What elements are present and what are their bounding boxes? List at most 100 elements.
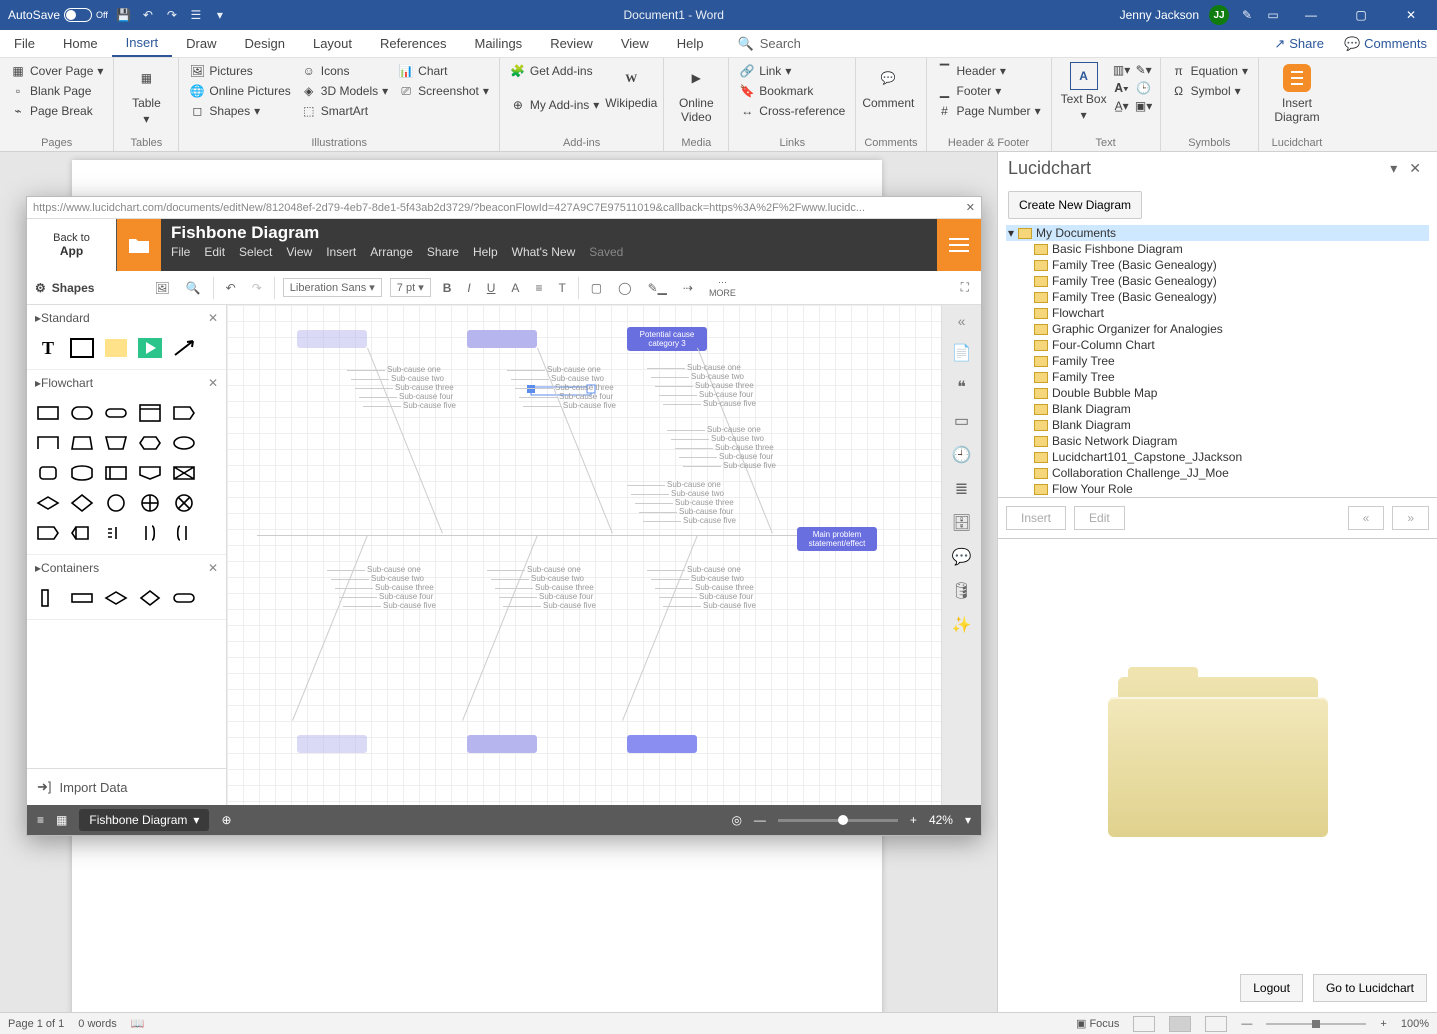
container-shape[interactable] — [103, 587, 129, 609]
lc-line-style-icon[interactable]: ⇢ — [679, 279, 697, 297]
flowchart-shape[interactable] — [69, 492, 95, 514]
pictures-button[interactable]: 🖼Pictures — [187, 62, 292, 80]
flowchart-shape[interactable] — [137, 402, 163, 424]
flowchart-shape[interactable] — [69, 462, 95, 484]
undo-icon[interactable]: ↶ — [140, 7, 156, 23]
lc-page-select[interactable]: Fishbone Diagram ▾ — [79, 809, 209, 831]
section-standard-close-icon[interactable]: ✕ — [208, 311, 218, 325]
flowchart-shape[interactable] — [137, 522, 163, 544]
lc-comment-icon[interactable]: 💬 — [952, 547, 972, 567]
toggle-pill[interactable] — [64, 8, 92, 22]
drop-cap-icon[interactable]: A̲▾ — [1114, 98, 1130, 114]
page-number-button[interactable]: #Page Number ▾ — [935, 102, 1043, 120]
online-pictures-button[interactable]: 🌐Online Pictures — [187, 82, 292, 100]
lucidchart-menu-icon[interactable] — [937, 219, 981, 271]
close-button[interactable]: ✕ — [1391, 8, 1431, 22]
lc-list-view-icon[interactable]: ≡ — [37, 813, 44, 827]
right-panel-collapse-icon[interactable]: « — [958, 313, 966, 329]
lc-page-icon[interactable]: 📄 — [952, 343, 972, 363]
my-addins-button[interactable]: ⊕My Add-ins ▾ — [508, 96, 601, 114]
tree-item[interactable]: Family Tree (Basic Genealogy) — [1006, 257, 1429, 273]
lc-menu-insert[interactable]: Insert — [326, 245, 356, 259]
lucid-pane-menu-icon[interactable]: ▾ — [1384, 160, 1403, 177]
maximize-button[interactable]: ▢ — [1341, 8, 1381, 22]
tree-item[interactable]: Flowchart — [1006, 305, 1429, 321]
lucid-pane-close-icon[interactable]: ✕ — [1403, 160, 1427, 177]
zoom-level[interactable]: 100% — [1401, 1018, 1429, 1030]
lc-border-icon[interactable]: ◯ — [614, 279, 635, 297]
lc-db-icon[interactable]: 🛢 — [951, 581, 971, 601]
flowchart-shape[interactable] — [171, 522, 197, 544]
icons-button[interactable]: ☺Icons — [299, 62, 390, 80]
comments-button[interactable]: 💬 Comments — [1334, 36, 1437, 52]
lucidchart-home-icon[interactable] — [117, 219, 161, 271]
symbol-button[interactable]: ΩSymbol ▾ — [1169, 82, 1250, 100]
cross-reference-button[interactable]: ↔Cross-reference — [737, 102, 847, 120]
tab-mailings[interactable]: Mailings — [461, 30, 537, 57]
effect-label[interactable]: Main problem statement/effect — [797, 527, 877, 551]
flowchart-shape[interactable] — [103, 522, 129, 544]
lc-undo-icon[interactable]: ↶ — [222, 279, 240, 297]
tab-draw[interactable]: Draw — [172, 30, 230, 57]
lc-more-button[interactable]: ⋯MORE — [705, 275, 740, 300]
zoom-out-button[interactable]: — — [1241, 1018, 1252, 1030]
lc-text-color-icon[interactable]: A — [507, 279, 523, 297]
lc-zoom-in-icon[interactable]: + — [910, 813, 917, 827]
lc-magic-icon[interactable]: ✨ — [952, 615, 972, 635]
tree-item[interactable]: Flow Your Role — [1006, 481, 1429, 497]
read-mode-icon[interactable] — [1133, 1016, 1155, 1032]
flowchart-shape[interactable] — [35, 432, 61, 454]
section-flowchart-label[interactable]: Flowchart — [41, 376, 93, 390]
container-shape[interactable] — [35, 587, 61, 609]
flowchart-shape[interactable] — [35, 462, 61, 484]
lc-search-icon[interactable]: 🔍 — [182, 279, 205, 297]
signature-line-icon[interactable]: ✎▾ — [1136, 62, 1152, 78]
zoom-slider[interactable] — [1266, 1023, 1366, 1025]
print-layout-icon[interactable] — [1169, 1016, 1191, 1032]
tree-item[interactable]: Graphic Organizer for Analogies — [1006, 321, 1429, 337]
back-to-app-button[interactable]: Back toApp — [27, 219, 117, 271]
equation-button[interactable]: πEquation ▾ — [1169, 62, 1250, 80]
date-time-icon[interactable]: 🕒 — [1136, 80, 1152, 96]
link-button[interactable]: 🔗Link ▾ — [737, 62, 847, 80]
lc-bold-icon[interactable]: B — [439, 279, 456, 297]
shapes-panel-toggle[interactable]: ⚙ Shapes — [35, 281, 94, 295]
tree-item[interactable]: Basic Network Diagram — [1006, 433, 1429, 449]
lc-menu-share[interactable]: Share — [427, 245, 459, 259]
lucidchart-canvas[interactable]: Potential cause category 3 Main problem … — [227, 305, 941, 805]
flowchart-shape[interactable] — [103, 432, 129, 454]
flowchart-shape[interactable] — [171, 432, 197, 454]
lc-size-select[interactable]: 7 pt ▾ — [390, 278, 431, 297]
focus-mode-button[interactable]: ▣ Focus — [1076, 1017, 1119, 1030]
tab-file[interactable]: File — [0, 30, 49, 57]
lc-target-icon[interactable]: ◎ — [731, 813, 741, 827]
tab-references[interactable]: References — [366, 30, 460, 57]
quick-parts-icon[interactable]: ▥▾ — [1114, 62, 1130, 78]
tab-review[interactable]: Review — [536, 30, 607, 57]
pane-insert-button[interactable]: Insert — [1006, 506, 1066, 530]
comment-button[interactable]: 💬Comment — [864, 62, 912, 110]
flowchart-shape[interactable] — [69, 432, 95, 454]
tree-item[interactable]: Family Tree (Basic Genealogy) — [1006, 289, 1429, 305]
flowchart-shape[interactable] — [103, 402, 129, 424]
save-icon[interactable]: 💾 — [116, 7, 132, 23]
smartart-button[interactable]: ⬚SmartArt — [299, 102, 390, 120]
bookmark-button[interactable]: 🔖Bookmark — [737, 82, 847, 100]
proofing-icon[interactable]: 📖 — [131, 1017, 145, 1030]
word-count[interactable]: 0 words — [78, 1018, 117, 1030]
lc-fullscreen-icon[interactable]: ⛶ — [957, 278, 973, 297]
lc-menu-edit[interactable]: Edit — [204, 245, 225, 259]
tell-me-search[interactable]: 🔍 Search — [738, 36, 801, 52]
tab-help[interactable]: Help — [663, 30, 718, 57]
object-icon[interactable]: ▣▾ — [1136, 98, 1152, 114]
lc-zoom-out-icon[interactable]: — — [754, 813, 766, 827]
container-shape[interactable] — [171, 587, 197, 609]
wikipedia-button[interactable]: WWikipedia — [607, 62, 655, 110]
tab-view[interactable]: View — [607, 30, 663, 57]
section-containers-close-icon[interactable]: ✕ — [208, 561, 218, 575]
pane-prev-button[interactable]: « — [1348, 506, 1385, 530]
flowchart-shape[interactable] — [171, 462, 197, 484]
get-addins-button[interactable]: 🧩Get Add-ins — [508, 62, 601, 80]
qat-customize-icon[interactable]: ▾ — [212, 7, 228, 23]
lc-menu-select[interactable]: Select — [239, 245, 272, 259]
